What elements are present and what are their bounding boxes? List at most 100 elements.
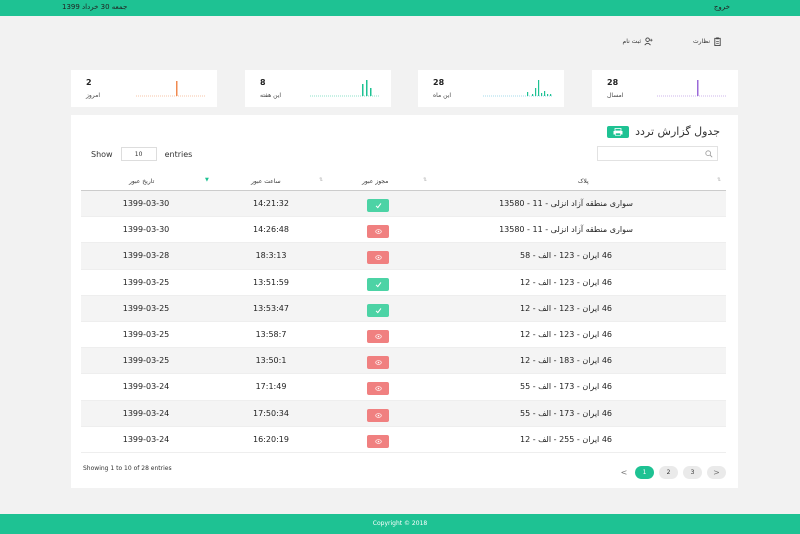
- table-row: 1399-03-28 18:3:13 46 ایران - 123 - الف - …: [81, 243, 726, 270]
- eye-off-icon: [374, 386, 382, 391]
- top-bar: جمعه 30 خرداد 1399 خروج: [0, 0, 800, 16]
- register-button[interactable]: ثبت نام: [623, 37, 654, 46]
- sort-desc-icon[interactable]: ▼: [205, 177, 209, 183]
- show-label: Show: [91, 149, 113, 159]
- pagination-page-2[interactable]: 2: [659, 466, 678, 479]
- table-row: 1399-03-25 13:51:59 46 ایران - 123 - الف -…: [81, 270, 726, 296]
- entries-control: Show 10 entries: [91, 147, 192, 161]
- cell-time: 16:20:19: [253, 434, 289, 444]
- header-plate[interactable]: پلاک: [578, 178, 589, 185]
- table-row: 1399-03-30 14:26:48 سواری منطقه آزاد انزلی…: [81, 217, 726, 244]
- permit-badge[interactable]: [367, 277, 389, 291]
- cell-date: 1399-03-24: [122, 434, 170, 444]
- cell-date: 1399-03-25: [122, 329, 170, 339]
- permit-badge[interactable]: [367, 225, 389, 239]
- check-icon: [375, 203, 381, 209]
- stat-value: 2: [86, 78, 92, 87]
- panel-title: جدول گزارش تردد: [635, 125, 720, 138]
- clipboard-icon: [714, 37, 721, 46]
- stat-card-today: 2 امروز: [71, 70, 217, 107]
- monitor-button[interactable]: نظارت: [693, 37, 722, 46]
- stat-label: این هفته: [260, 92, 282, 99]
- table-row: 1399-03-24 17:50:34 46 ایران - 173 - الف -…: [81, 400, 726, 427]
- permit-badge[interactable]: [367, 382, 389, 396]
- cell-time: 13:51:59: [253, 277, 289, 287]
- pagination-prev[interactable]: <: [618, 466, 630, 479]
- stat-value: 28: [433, 78, 445, 87]
- entries-select[interactable]: 10: [120, 147, 157, 161]
- eye-off-icon: [374, 412, 382, 418]
- search-icon: [705, 150, 713, 158]
- table-row: 1399-03-30 14:21:32 سواری منطقه آزاد انزلی…: [81, 191, 726, 218]
- eye-off-icon: [374, 334, 382, 339]
- permit-badge[interactable]: [367, 434, 389, 448]
- cell-plate: 46 ایران - 123 - الف - 12: [519, 329, 613, 339]
- cell-time: 18:3:13: [255, 251, 287, 261]
- eye-off-icon: [374, 255, 382, 261]
- user-add-icon: [644, 37, 653, 46]
- header-date[interactable]: تاریخ عبور: [129, 178, 154, 185]
- permit-badge[interactable]: [367, 329, 389, 343]
- table-body: 1399-03-30 14:21:32 سواری منطقه آزاد انزلی…: [81, 191, 726, 453]
- permit-badge[interactable]: [367, 251, 389, 265]
- traffic-table: تاریخ عبور ▼ ساعت عبور ⇅ مجوز عبور ⇅ پلا…: [81, 173, 726, 453]
- sort-icon[interactable]: ⇅: [717, 177, 721, 183]
- permit-badge[interactable]: [367, 356, 389, 370]
- permit-badge[interactable]: [367, 199, 389, 212]
- cell-date: 1399-03-30: [122, 225, 170, 235]
- cell-plate: 46 ایران - 173 - الف - 55: [519, 408, 613, 418]
- table-header: تاریخ عبور ▼ ساعت عبور ⇅ مجوز عبور ⇅ پلا…: [81, 173, 726, 191]
- stat-card-week: 8 این هفته: [245, 70, 391, 107]
- cell-date: 1399-03-28: [122, 251, 170, 261]
- table-row: 1399-03-25 13:58:7 46 ایران - 123 - الف - …: [81, 322, 726, 349]
- header-permit[interactable]: مجوز عبور: [362, 178, 388, 185]
- stat-label: امسال: [607, 92, 624, 99]
- cell-time: 13:50:1: [255, 356, 287, 366]
- stat-card-year: 28 امسال: [592, 70, 738, 107]
- stat-sparkline: [310, 80, 380, 97]
- cell-plate: 46 ایران - 123 - الف - 12: [519, 303, 613, 313]
- cell-time: 13:58:7: [255, 329, 287, 339]
- search-input[interactable]: [597, 146, 718, 161]
- cell-plate: 46 ایران - 123 - الف - 12: [519, 277, 613, 287]
- cell-time: 17:50:34: [253, 408, 289, 418]
- cell-plate: 46 ایران - 255 - الف - 12: [519, 434, 613, 444]
- cell-time: 14:21:32: [253, 199, 289, 208]
- cell-time: 13:53:47: [253, 303, 289, 313]
- logout-link[interactable]: خروج: [714, 3, 730, 11]
- panel-header: جدول گزارش تردد: [607, 125, 720, 138]
- monitor-label: نظارت: [693, 38, 710, 45]
- pagination-page-1[interactable]: 1: [635, 466, 654, 479]
- check-icon: [375, 307, 381, 314]
- table-row: 1399-03-25 13:53:47 46 ایران - 123 - الف -…: [81, 295, 726, 322]
- sort-icon[interactable]: ⇅: [423, 177, 427, 183]
- table-row: 1399-03-24 16:20:19 46 ایران - 255 - الف -…: [81, 427, 726, 453]
- cell-date: 1399-03-24: [122, 408, 170, 418]
- cell-time: 17:1:49: [255, 382, 287, 392]
- print-button[interactable]: [607, 125, 630, 138]
- footer: Copyright © 2018: [0, 514, 800, 534]
- pagination-page-3[interactable]: 3: [683, 466, 702, 479]
- traffic-report-panel: جدول گزارش تردد Show 10 entries تاریخ عب…: [71, 115, 738, 488]
- cell-plate: 46 ایران - 183 - الف - 12: [519, 356, 613, 366]
- stat-card-month: 28 این ماه: [418, 70, 564, 107]
- cell-date: 1399-03-25: [122, 303, 170, 313]
- cell-plate: 46 ایران - 123 - الف - 58: [519, 251, 613, 261]
- cell-date: 1399-03-25: [122, 356, 170, 366]
- cell-date: 1399-03-25: [122, 277, 170, 287]
- cell-date: 1399-03-30: [122, 199, 170, 208]
- stat-value: 8: [260, 78, 266, 87]
- cell-plate: سواری منطقه آزاد انزلی - 11 - 13580: [499, 199, 633, 208]
- pagination: < 1 2 3 >: [618, 466, 726, 479]
- stat-label: امروز: [86, 92, 100, 99]
- permit-badge[interactable]: [367, 408, 389, 422]
- sort-icon[interactable]: ⇅: [319, 177, 323, 183]
- stat-value: 28: [607, 78, 619, 87]
- stat-sparkline: [483, 80, 553, 97]
- permit-badge[interactable]: [367, 303, 389, 317]
- cell-plate: سواری منطقه آزاد انزلی - 11 - 13580: [499, 225, 633, 235]
- eye-off-icon: [374, 360, 382, 365]
- header-time[interactable]: ساعت عبور: [251, 178, 281, 185]
- table-row: 1399-03-25 13:50:1 46 ایران - 183 - الف - …: [81, 348, 726, 375]
- pagination-next[interactable]: >: [707, 466, 726, 479]
